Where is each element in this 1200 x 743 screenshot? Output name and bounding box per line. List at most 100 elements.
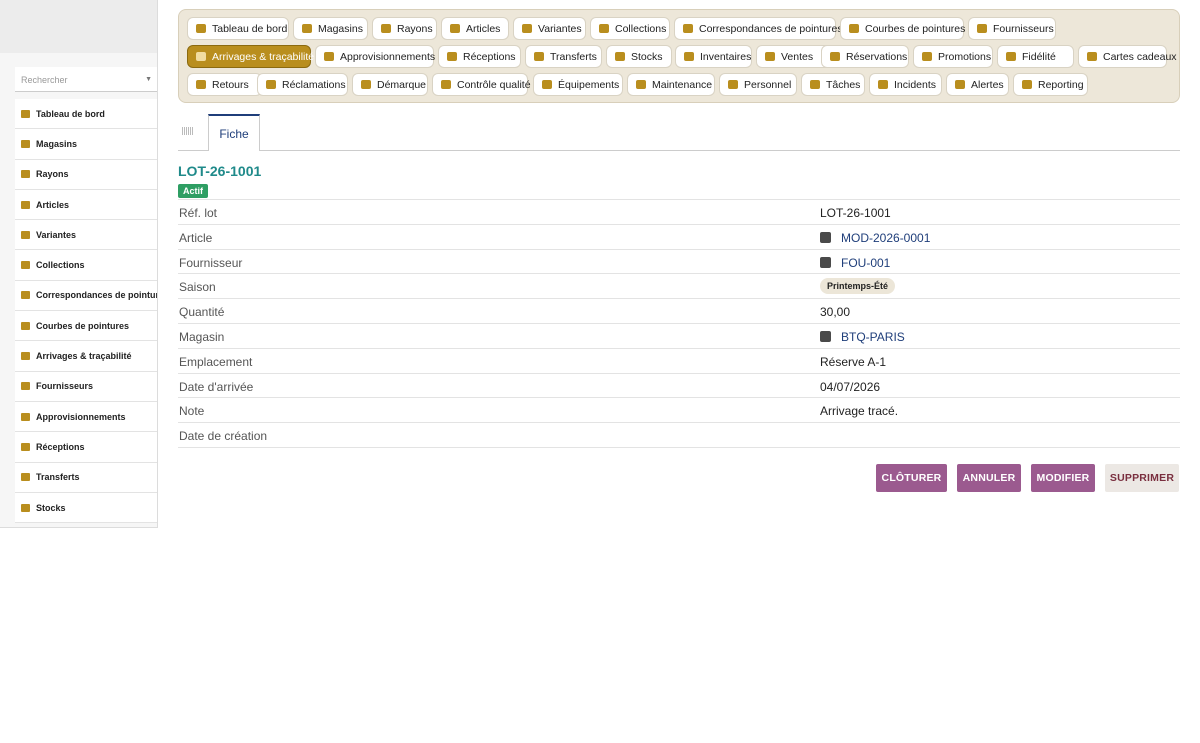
nav-item[interactable]: Contrôle qualité: [432, 73, 531, 96]
record-avatar-icon: [820, 232, 831, 244]
sidebar-item[interactable]: Transferts: [15, 463, 157, 493]
sidebar-item[interactable]: Approvisionnements: [15, 402, 157, 433]
nav-item[interactable]: Rayons: [372, 17, 437, 40]
sidebar-header: [0, 0, 157, 53]
nav-item-label: Inventaires: [700, 50, 752, 63]
nav-item[interactable]: Personnel: [719, 73, 797, 96]
nav-item[interactable]: Cartes cadeaux: [1078, 45, 1177, 68]
nav-item-label: Tableau de bord: [212, 22, 288, 35]
field-link-text[interactable]: BTQ-PARIS: [841, 330, 905, 344]
delete-button[interactable]: SUPPRIMER: [1105, 464, 1179, 492]
nav-item[interactable]: Stocks: [606, 45, 672, 68]
sidebar-item[interactable]: Tableau de bord: [15, 99, 157, 130]
nav-item[interactable]: Variantes: [513, 17, 586, 40]
nav-item[interactable]: Maintenance: [627, 73, 715, 96]
transfer-icon: [21, 473, 30, 482]
nav-item[interactable]: Reporting: [1013, 73, 1088, 96]
nav-item-label: Promotions: [938, 50, 992, 63]
nav-item[interactable]: Promotions: [913, 45, 993, 68]
medal-icon: [1006, 52, 1016, 61]
nav-item-label: Approvisionnements: [340, 50, 436, 63]
barcode-icon: [196, 52, 206, 61]
field-link-text[interactable]: FOU-001: [841, 256, 890, 270]
field-row: Fournisseur FOU-001: [178, 250, 1180, 275]
field-link[interactable]: MOD-2026-0001: [820, 231, 930, 245]
gift-icon: [1087, 52, 1097, 61]
sidebar-item-label: Fournisseurs: [36, 381, 94, 392]
field-row: Article MOD-2026-0001: [178, 225, 1180, 250]
nav-item[interactable]: Retours: [187, 73, 262, 96]
nav-item[interactable]: Équipements: [533, 73, 623, 96]
sidebar-item-label: Rayons: [36, 169, 69, 180]
cancel-button[interactable]: ANNULER: [957, 464, 1021, 492]
nav-item-label: Équipements: [558, 78, 620, 91]
nav-item[interactable]: Approvisionnements: [315, 45, 436, 68]
undo-icon: [196, 80, 206, 89]
field-link[interactable]: FOU-001: [820, 256, 890, 270]
nav-item[interactable]: Fidélité: [997, 45, 1074, 68]
nav-item[interactable]: Réservations: [821, 45, 909, 68]
sidebar-item-label: Collections: [36, 260, 85, 271]
nav-item[interactable]: Magasins: [293, 17, 368, 40]
nav-item-label: Arrivages & traçabilité: [212, 50, 315, 63]
nav-item[interactable]: Courbes de pointures: [840, 17, 965, 40]
nav-item[interactable]: Articles: [441, 17, 509, 40]
chevron-down-icon[interactable]: ▼: [145, 76, 152, 83]
nav-item-label: Reporting: [1038, 78, 1084, 91]
monitor-icon: [542, 80, 552, 89]
field-row: Date d'arrivée 04/07/2026: [178, 374, 1180, 399]
edit-button[interactable]: MODIFIER: [1031, 464, 1095, 492]
grid-icon: [21, 170, 30, 179]
sidebar-item[interactable]: Correspondances de pointures: [15, 281, 157, 312]
nav-item-label: Maintenance: [652, 78, 713, 91]
field-value: LOT-26-1001: [820, 206, 891, 220]
sidebar-item-label: Approvisionnements: [36, 411, 126, 422]
nav-item-label: Collections: [615, 22, 667, 35]
nav-item-label: Réservations: [846, 50, 908, 63]
box-icon: [21, 503, 30, 512]
field-label: Note: [179, 404, 205, 419]
sidebar-item[interactable]: Variantes: [15, 220, 157, 251]
trash-icon: [361, 80, 371, 89]
close-button[interactable]: CLÔTURER: [876, 464, 947, 492]
transfer-icon: [534, 52, 544, 61]
sidebar-item[interactable]: Magasins: [15, 129, 157, 160]
nav-item[interactable]: Tableau de bord: [187, 17, 289, 40]
nav-item[interactable]: Fournisseurs: [968, 17, 1056, 40]
sidebar-item[interactable]: Arrivages & traçabilité: [15, 341, 157, 372]
people-icon: [728, 80, 738, 89]
layers-icon: [599, 24, 609, 33]
sidebar-item[interactable]: Stocks: [15, 493, 157, 524]
search-input[interactable]: Rechercher ▼: [15, 67, 157, 92]
shoe-icon: [21, 200, 30, 209]
sidebar-item[interactable]: Fournisseurs: [15, 372, 157, 402]
nav-item[interactable]: Collections: [590, 17, 670, 40]
barcode-icon[interactable]: [182, 127, 193, 135]
sidebar-item-label: Réceptions: [36, 441, 85, 452]
field-row: Note Arrivage tracé.: [178, 398, 1180, 424]
sidebar-item[interactable]: Réceptions: [15, 432, 157, 463]
nav-item[interactable]: Arrivages & traçabilité: [187, 45, 315, 68]
field-row: Magasin BTQ-PARIS: [178, 324, 1180, 349]
tab-fiche[interactable]: Fiche: [208, 114, 260, 151]
nav-item[interactable]: Incidents: [869, 73, 942, 96]
nav-item[interactable]: Réceptions: [438, 45, 521, 68]
field-label: Date de création: [179, 429, 268, 444]
record-title: LOT-26-1001: [178, 163, 262, 179]
search-placeholder: Rechercher: [21, 75, 68, 85]
field-link[interactable]: BTQ-PARIS: [820, 330, 905, 344]
sidebar-item[interactable]: Collections: [15, 250, 157, 281]
nav-item[interactable]: Inventaires: [675, 45, 752, 68]
nav-item[interactable]: Démarque: [352, 73, 428, 96]
sidebar-item[interactable]: Courbes de pointures: [15, 311, 157, 342]
nav-item[interactable]: Tâches: [801, 73, 865, 96]
nav-item[interactable]: Correspondances de pointures: [674, 17, 843, 40]
field-link-text[interactable]: MOD-2026-0001: [841, 231, 930, 245]
nav-item[interactable]: Transferts: [525, 45, 602, 68]
status-badge: Actif: [178, 184, 208, 198]
sidebar-item[interactable]: Articles: [15, 190, 157, 221]
nav-item[interactable]: Alertes: [946, 73, 1009, 96]
sidebar-item[interactable]: Rayons: [15, 160, 157, 190]
field-label: Réf. lot: [179, 206, 218, 220]
nav-item[interactable]: Réclamations: [257, 73, 348, 96]
